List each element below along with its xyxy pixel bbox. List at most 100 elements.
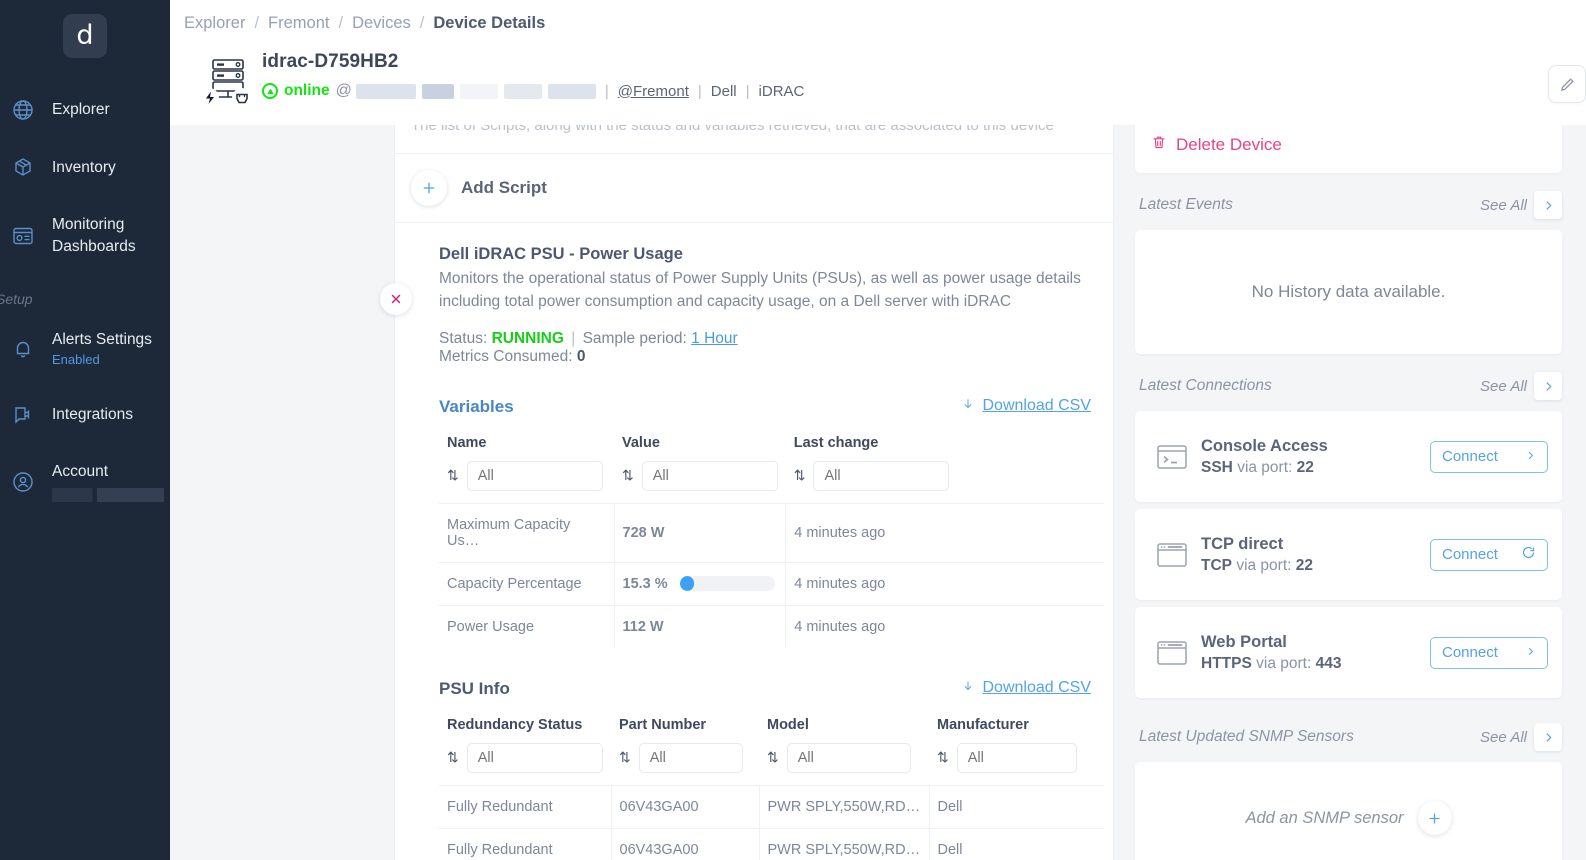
browser-window-icon: [1149, 541, 1195, 569]
snmp-sensors-header: Latest Updated SNMP Sensors See All: [1135, 705, 1562, 762]
breadcrumb-item-fremont[interactable]: Fremont: [268, 14, 329, 33]
scripts-pane: The list of Scripts, along with the stat…: [170, 125, 1125, 860]
connect-button[interactable]: Connect: [1430, 636, 1548, 669]
table-row[interactable]: Capacity Percentage 15.3 % 4 minutes ago: [439, 561, 1104, 606]
psu-redundancy: Fully Redundant: [439, 827, 612, 860]
connection-card-console-access[interactable]: Console Access SSH via port: 22 Connect: [1135, 411, 1562, 502]
variables-section-header: Variables Download CSV: [439, 396, 1097, 417]
sidebar-item-alerts-settings[interactable]: Alerts Settings Enabled: [0, 319, 170, 379]
filter-input-last-change[interactable]: [813, 460, 950, 491]
sidebar-item-sublabel: Enabled: [52, 352, 100, 368]
filter-input-part-number[interactable]: [638, 742, 743, 773]
latest-events-title: Latest Events: [1139, 196, 1233, 213]
chevron-right-icon[interactable]: [1534, 372, 1562, 400]
capacity-progress-bar: [679, 576, 775, 592]
device-subtitle: online @ | @Fremont | Dell | iDRAC: [262, 82, 1548, 100]
sort-icon[interactable]: ⇅: [447, 749, 459, 766]
device-site-link[interactable]: @Fremont: [618, 83, 689, 100]
add-script-card: Add Script: [394, 154, 1114, 223]
plus-icon[interactable]: [1417, 801, 1452, 835]
status-value: RUNNING: [491, 329, 564, 347]
psu-manufacturer: Dell: [929, 827, 1104, 860]
delete-device-button[interactable]: Delete Device: [1135, 125, 1562, 173]
table-header-row: Name Value Last change: [439, 427, 1104, 461]
column-header: Last change: [793, 434, 879, 451]
sort-icon[interactable]: ⇅: [937, 749, 949, 766]
variable-value-text: 15.3 %: [622, 575, 668, 592]
delete-device-label: Delete Device: [1176, 135, 1282, 154]
sort-icon[interactable]: ⇅: [447, 467, 459, 484]
sort-icon[interactable]: ⇅: [622, 467, 634, 484]
breadcrumb: Explorer / Fremont / Devices / Device De…: [184, 14, 1586, 33]
psu-model: PWR SPLY,550W,RD…: [759, 827, 930, 860]
chevron-right-icon[interactable]: [1534, 723, 1562, 751]
content-body: The list of Scripts, along with the stat…: [170, 125, 1586, 860]
globe-icon: [8, 98, 38, 122]
connect-label: Connect: [1442, 448, 1498, 465]
sort-icon[interactable]: ⇅: [767, 749, 779, 766]
sidebar-item-integrations[interactable]: Integrations: [0, 393, 170, 437]
column-header: Part Number: [619, 716, 707, 733]
table-row[interactable]: Fully Redundant 06V43GA00 PWR SPLY,550W,…: [439, 827, 1104, 860]
connection-port: 22: [1296, 458, 1314, 476]
variable-last-change: 4 minutes ago: [785, 561, 1104, 606]
see-all-connections[interactable]: See All: [1480, 378, 1527, 395]
sidebar-item-inventory[interactable]: Inventory: [0, 146, 170, 190]
add-script-row[interactable]: Add Script: [395, 154, 1113, 222]
scripts-description: The list of Scripts, along with the stat…: [411, 125, 1054, 134]
scripts-column: The list of Scripts, along with the stat…: [380, 125, 1114, 860]
sort-icon[interactable]: ⇅: [794, 467, 806, 484]
filter-input-name[interactable]: [466, 460, 603, 491]
filter-input-manufacturer[interactable]: [956, 742, 1077, 773]
breadcrumb-separator: /: [338, 14, 344, 32]
close-icon[interactable]: [380, 283, 412, 315]
filter-input-redundancy[interactable]: [466, 742, 603, 773]
breadcrumb-item-devices[interactable]: Devices: [352, 14, 411, 33]
filter-input-value[interactable]: [641, 460, 778, 491]
sidebar-item-monitoring-dashboards[interactable]: Monitoring Dashboards: [0, 204, 170, 269]
sample-period-value[interactable]: 1 Hour: [691, 330, 738, 347]
see-all-snmp[interactable]: See All: [1480, 729, 1527, 746]
connect-button[interactable]: Connect: [1430, 440, 1548, 473]
variables-title: Variables: [439, 396, 514, 416]
variable-name: Maximum Capacity Us…: [439, 502, 615, 563]
psu-download-csv[interactable]: Download CSV: [961, 678, 1091, 699]
sidebar-item-label: Alerts Settings: [52, 330, 152, 348]
connection-meta: TCP via port: 22: [1201, 557, 1430, 575]
terminal-icon: [1149, 443, 1195, 471]
add-snmp-sensor-card[interactable]: Add an SNMP sensor: [1135, 762, 1562, 860]
app-logo[interactable]: d: [63, 14, 107, 58]
status-badge: online: [284, 82, 330, 99]
breadcrumb-separator: /: [419, 14, 425, 32]
see-all-events[interactable]: See All: [1480, 197, 1527, 214]
connection-name: Web Portal: [1201, 632, 1287, 651]
connection-port: 443: [1315, 654, 1342, 672]
chevron-right-icon: [1525, 644, 1536, 661]
separator: |: [571, 329, 576, 347]
breadcrumb-item-explorer[interactable]: Explorer: [184, 14, 245, 33]
plus-icon[interactable]: [411, 170, 447, 206]
edit-device-button[interactable]: [1548, 65, 1586, 103]
table-row[interactable]: Maximum Capacity Us… 728 W 4 minutes ago: [439, 502, 1104, 563]
app-root: d Explorer Inventory Monitoring Dashboar…: [0, 0, 1586, 860]
table-row[interactable]: Power Usage 112 W 4 minutes ago: [439, 604, 1104, 648]
separator: |: [604, 82, 609, 100]
connect-button[interactable]: Connect: [1430, 538, 1548, 571]
sort-icon[interactable]: ⇅: [619, 749, 631, 766]
filter-input-model[interactable]: [786, 742, 911, 773]
connection-name: TCP direct: [1201, 534, 1284, 553]
connection-port: 22: [1295, 556, 1314, 574]
connection-card-web-portal[interactable]: Web Portal HTTPS via port: 443 Connect: [1135, 607, 1562, 698]
connection-card-tcp-direct[interactable]: TCP direct TCP via port: 22 Connect: [1135, 509, 1562, 600]
download-icon: [961, 396, 975, 417]
psu-part-number: 06V43GA00: [611, 827, 760, 860]
variables-download-csv[interactable]: Download CSV: [961, 396, 1091, 417]
connection-meta: HTTPS via port: 443: [1201, 655, 1430, 673]
sidebar-item-account[interactable]: Account: [0, 451, 170, 511]
device-address-redacted: [355, 83, 416, 99]
chevron-right-icon[interactable]: [1534, 191, 1562, 219]
connection-name: Console Access: [1201, 436, 1328, 455]
sidebar-item-explorer[interactable]: Explorer: [0, 88, 170, 132]
table-row[interactable]: Fully Redundant 06V43GA00 PWR SPLY,550W,…: [439, 784, 1104, 829]
breadcrumb-item-device-details: Device Details: [433, 14, 546, 32]
